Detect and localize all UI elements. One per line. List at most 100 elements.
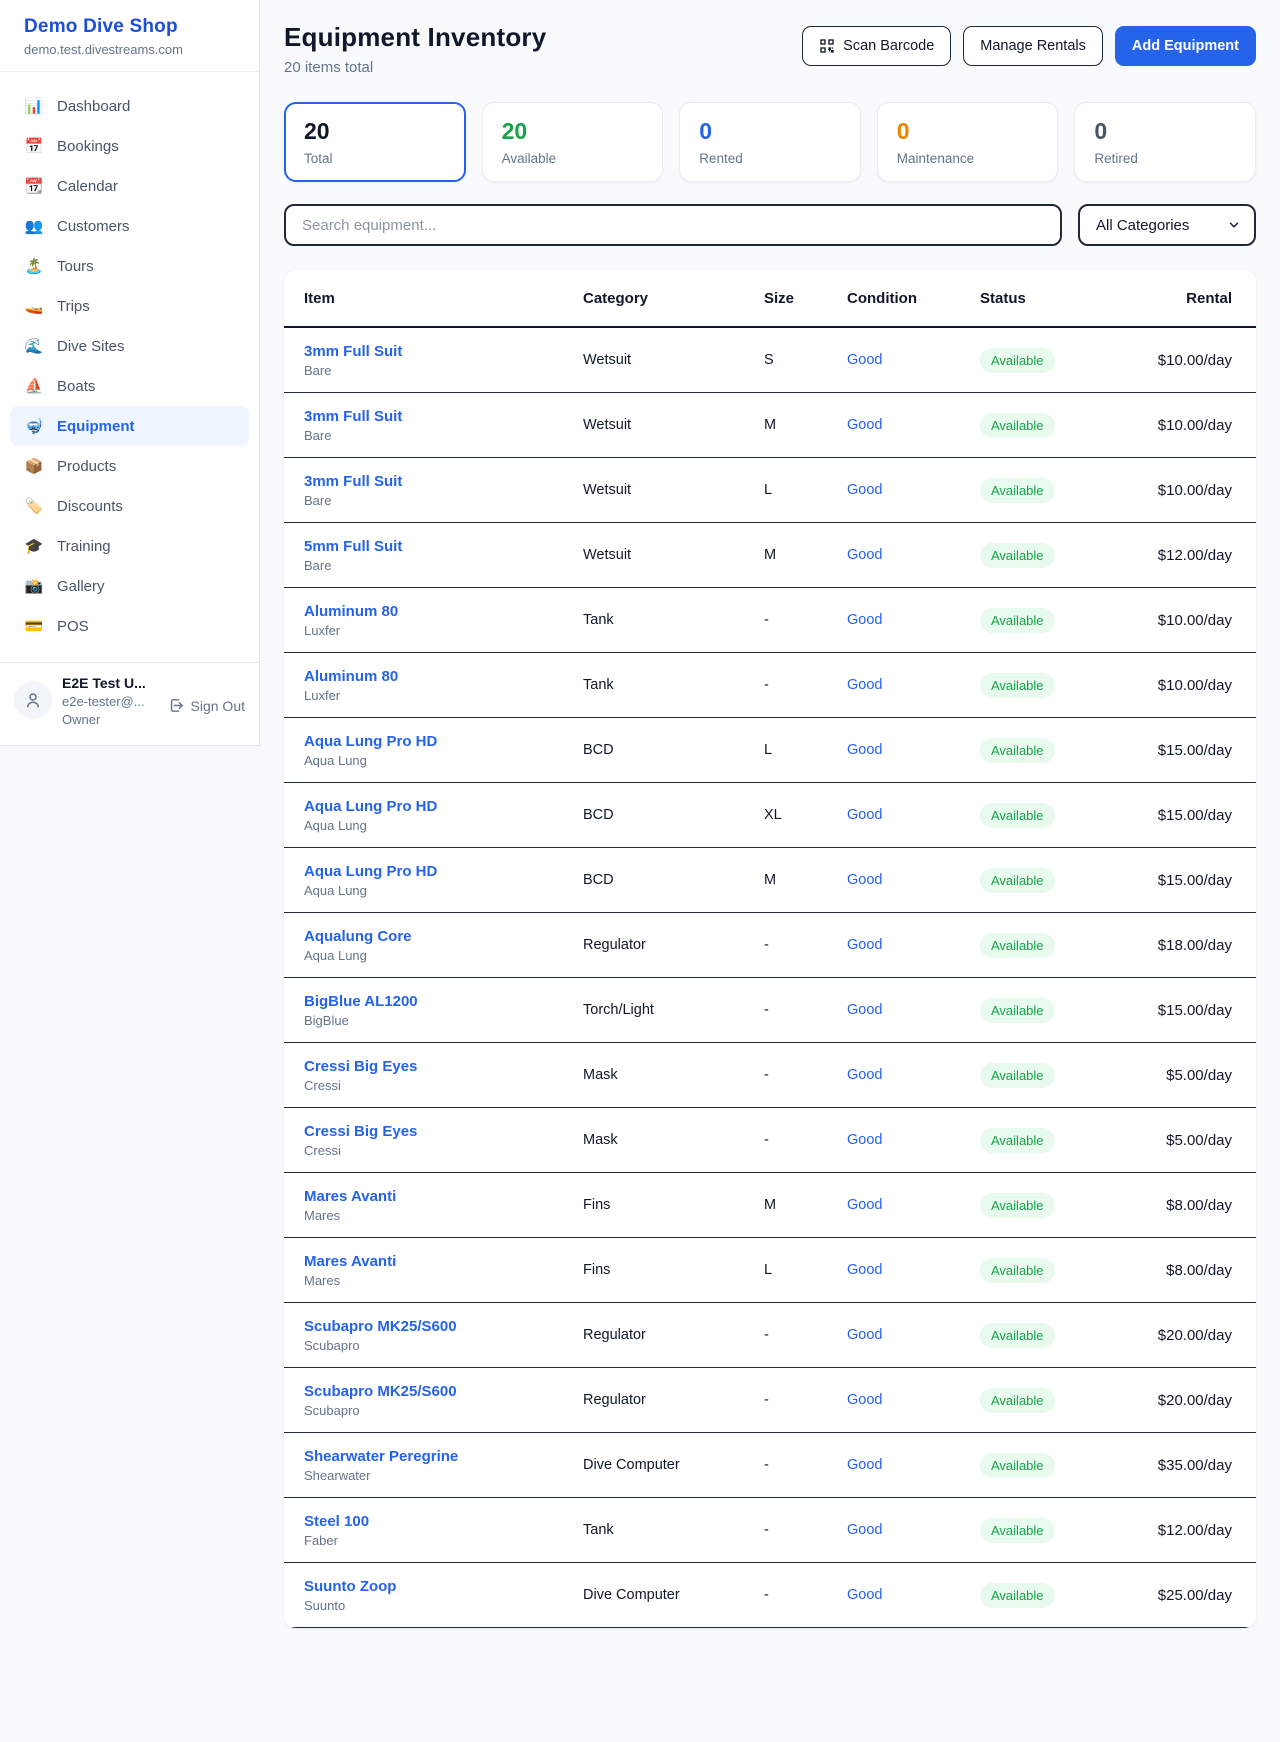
trips-icon: 🚤 [24, 297, 44, 315]
manage-rentals-button[interactable]: Manage Rentals [963, 26, 1103, 66]
size-cell: S [764, 352, 847, 368]
table-row: Steel 100 Faber Tank - Good Available $1… [284, 1498, 1256, 1563]
condition-link[interactable]: Good [847, 1262, 882, 1278]
column-header-rental: Rental [1136, 290, 1232, 307]
condition-link[interactable]: Good [847, 1132, 882, 1148]
item-name-link[interactable]: Aluminum 80 [304, 603, 583, 620]
rental-cell: $20.00/day [1136, 1392, 1232, 1409]
condition-link[interactable]: Good [847, 677, 882, 693]
rental-cell: $15.00/day [1136, 872, 1232, 889]
item-name-link[interactable]: Aqualung Core [304, 928, 583, 945]
sign-out-button[interactable]: Sign Out [168, 697, 245, 714]
stat-card[interactable]: 0 Maintenance [877, 102, 1059, 182]
item-name-link[interactable]: Scubapro MK25/S600 [304, 1318, 583, 1335]
sidebar-item-discounts[interactable]: 🏷️ Discounts [10, 486, 249, 526]
stat-card[interactable]: 0 Retired [1074, 102, 1256, 182]
category-cell: Mask [583, 1067, 764, 1083]
user-email: e2e-tester@... [62, 694, 158, 709]
item-name-link[interactable]: BigBlue AL1200 [304, 993, 583, 1010]
sidebar-item-bookings[interactable]: 📅 Bookings [10, 126, 249, 166]
item-name-link[interactable]: Aqua Lung Pro HD [304, 733, 583, 750]
item-name-link[interactable]: 5mm Full Suit [304, 538, 583, 555]
status-badge: Available [980, 803, 1055, 828]
equipment-table: Item Category Size Condition Status Rent… [284, 270, 1256, 1628]
condition-link[interactable]: Good [847, 547, 882, 563]
category-filter-select[interactable]: All Categories [1078, 204, 1256, 246]
condition-link[interactable]: Good [847, 872, 882, 888]
condition-link[interactable]: Good [847, 482, 882, 498]
item-brand: Aqua Lung [304, 818, 583, 833]
item-name-link[interactable]: Cressi Big Eyes [304, 1123, 583, 1140]
category-cell: Torch/Light [583, 1002, 764, 1018]
item-name-link[interactable]: Aqua Lung Pro HD [304, 863, 583, 880]
item-name-link[interactable]: Shearwater Peregrine [304, 1448, 583, 1465]
condition-link[interactable]: Good [847, 352, 882, 368]
item-name-link[interactable]: Aluminum 80 [304, 668, 583, 685]
sidebar-item-boats[interactable]: ⛵ Boats [10, 366, 249, 406]
condition-link[interactable]: Good [847, 1457, 882, 1473]
item-name-link[interactable]: 3mm Full Suit [304, 473, 583, 490]
sidebar-item-trips[interactable]: 🚤 Trips [10, 286, 249, 326]
condition-link[interactable]: Good [847, 1067, 882, 1083]
column-header-size: Size [764, 290, 847, 307]
item-brand: Luxfer [304, 623, 583, 638]
condition-link[interactable]: Good [847, 1002, 882, 1018]
calendar-icon: 📆 [24, 177, 44, 195]
condition-link[interactable]: Good [847, 937, 882, 953]
item-name-link[interactable]: Aqua Lung Pro HD [304, 798, 583, 815]
sidebar-item-tours[interactable]: 🏝️ Tours [10, 246, 249, 286]
size-cell: - [764, 1132, 847, 1148]
scan-barcode-button[interactable]: Scan Barcode [802, 26, 951, 66]
size-cell: - [764, 677, 847, 693]
category-cell: BCD [583, 872, 764, 888]
item-name-link[interactable]: Cressi Big Eyes [304, 1058, 583, 1075]
item-name-link[interactable]: Suunto Zoop [304, 1578, 583, 1595]
category-cell: Wetsuit [583, 417, 764, 433]
size-cell: - [764, 1587, 847, 1603]
sidebar-item-training[interactable]: 🎓 Training [10, 526, 249, 566]
search-input[interactable] [284, 204, 1062, 246]
brand-name[interactable]: Demo Dive Shop [24, 16, 235, 38]
condition-link[interactable]: Good [847, 1197, 882, 1213]
stat-card[interactable]: 20 Total [284, 102, 466, 182]
item-name-link[interactable]: Steel 100 [304, 1513, 583, 1530]
table-row: 3mm Full Suit Bare Wetsuit S Good Availa… [284, 328, 1256, 393]
item-name-link[interactable]: 3mm Full Suit [304, 408, 583, 425]
item-name-link[interactable]: Scubapro MK25/S600 [304, 1383, 583, 1400]
sidebar-item-dashboard[interactable]: 📊 Dashboard [10, 86, 249, 126]
stat-card[interactable]: 20 Available [482, 102, 664, 182]
condition-link[interactable]: Good [847, 1392, 882, 1408]
stat-card[interactable]: 0 Rented [679, 102, 861, 182]
item-name-link[interactable]: 3mm Full Suit [304, 343, 583, 360]
item-name-link[interactable]: Mares Avanti [304, 1253, 583, 1270]
sidebar-item-equipment[interactable]: 🤿 Equipment [10, 406, 249, 446]
sidebar-item-products[interactable]: 📦 Products [10, 446, 249, 486]
sidebar-item-customers[interactable]: 👥 Customers [10, 206, 249, 246]
condition-link[interactable]: Good [847, 417, 882, 433]
rental-cell: $18.00/day [1136, 937, 1232, 954]
sidebar-item-label: Discounts [57, 498, 123, 515]
condition-link[interactable]: Good [847, 1587, 882, 1603]
brand-block: Demo Dive Shop demo.test.divestreams.com [0, 0, 259, 72]
item-name-link[interactable]: Mares Avanti [304, 1188, 583, 1205]
table-row: Aqualung Core Aqua Lung Regulator - Good… [284, 913, 1256, 978]
sidebar-item-dive-sites[interactable]: 🌊 Dive Sites [10, 326, 249, 366]
sidebar-item-calendar[interactable]: 📆 Calendar [10, 166, 249, 206]
table-row: Suunto Zoop Suunto Dive Computer - Good … [284, 1563, 1256, 1628]
sidebar-item-label: Training [57, 538, 111, 555]
category-cell: Tank [583, 677, 764, 693]
condition-link[interactable]: Good [847, 612, 882, 628]
scan-barcode-label: Scan Barcode [843, 38, 934, 54]
condition-link[interactable]: Good [847, 1522, 882, 1538]
item-brand: Luxfer [304, 688, 583, 703]
sidebar-item-pos[interactable]: 💳 POS [10, 606, 249, 646]
add-equipment-button[interactable]: Add Equipment [1115, 26, 1256, 66]
condition-link[interactable]: Good [847, 742, 882, 758]
condition-link[interactable]: Good [847, 1327, 882, 1343]
sidebar-item-label: Boats [57, 378, 95, 395]
category-cell: Dive Computer [583, 1457, 764, 1473]
condition-link[interactable]: Good [847, 807, 882, 823]
sidebar-item-gallery[interactable]: 📸 Gallery [10, 566, 249, 606]
stat-value: 0 [897, 118, 1039, 145]
dashboard-icon: 📊 [24, 97, 44, 115]
